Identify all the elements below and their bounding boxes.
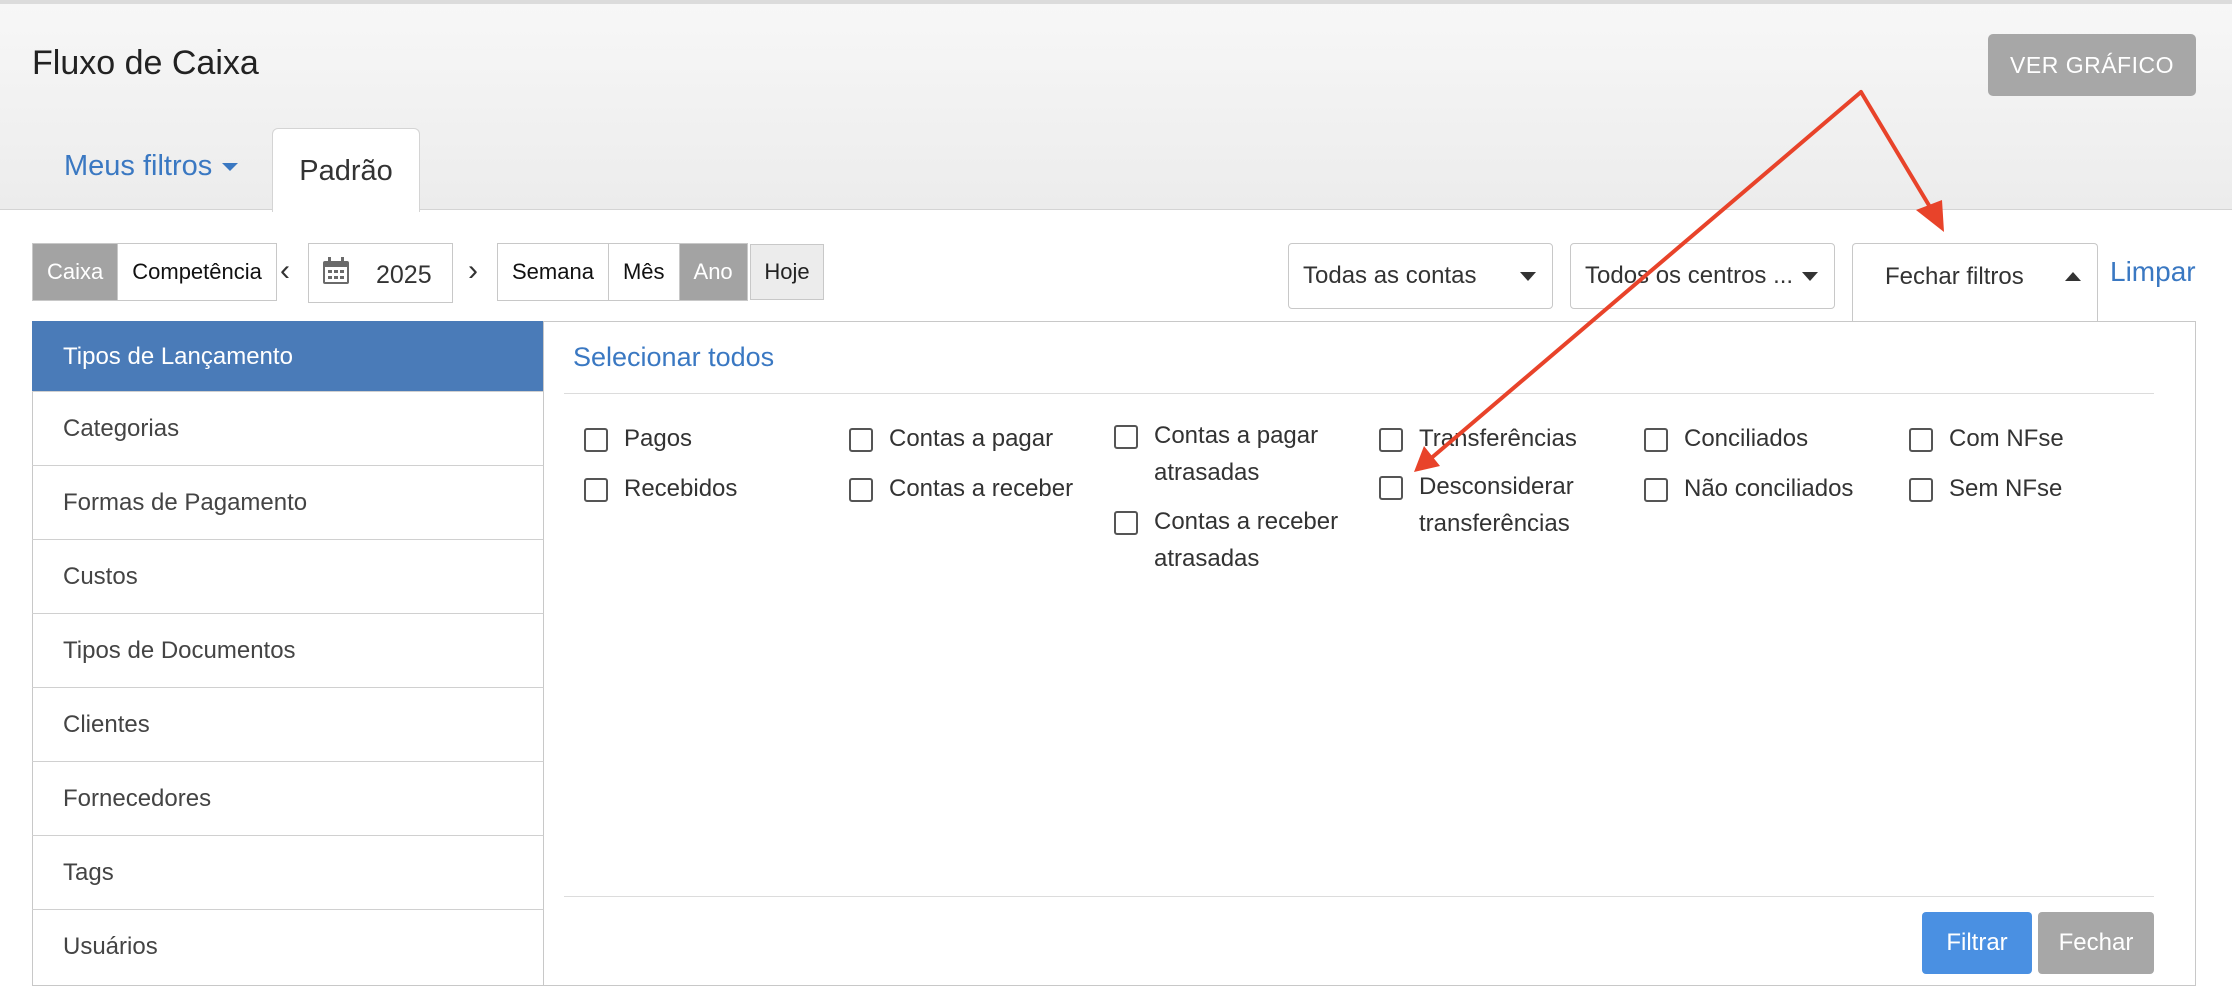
sidebar-item-custos[interactable]: Custos (32, 540, 544, 614)
checkbox-overdue-receivables[interactable] (1114, 511, 1138, 535)
cost-centers-select[interactable]: Todos os centros ... (1570, 243, 1835, 309)
checkbox-not-reconciled[interactable] (1644, 478, 1668, 502)
sidebar-item-categorias[interactable]: Categorias (32, 392, 544, 466)
page-title: Fluxo de Caixa (32, 44, 259, 82)
option-paid-label: Pagos (624, 425, 693, 452)
filter-button[interactable]: Filtrar (1922, 912, 2032, 974)
option-overdue-receivables-line1: Contas a receber (1154, 508, 1339, 535)
checkbox-reconciled[interactable] (1644, 428, 1668, 452)
sidebar-item-clientes[interactable]: Clientes (32, 688, 544, 762)
option-not-reconciled-label: Não conciliados (1684, 475, 1854, 502)
tab-default[interactable]: Padrão (272, 128, 420, 212)
checkbox-transfers[interactable] (1379, 428, 1403, 452)
sidebar-item-fornecedores[interactable]: Fornecedores (32, 762, 544, 836)
period-year-button[interactable]: Ano (679, 244, 747, 300)
sidebar-item-tipos-documentos[interactable]: Tipos de Documentos (32, 614, 544, 688)
option-with-nfse-label: Com NFse (1949, 425, 2064, 452)
option-ignore-transfers-line1: Desconsiderar (1419, 473, 1574, 500)
caret-down-icon (1520, 272, 1536, 281)
option-received-label: Recebidos (624, 475, 738, 502)
checkbox-ignore-transfers[interactable] (1379, 476, 1403, 500)
close-filters-label: Fechar filtros (1885, 263, 2024, 290)
option-receivables-label: Contas a receber (889, 475, 1074, 502)
option-ignore-transfers-line2: transferências (1419, 510, 1570, 537)
option-overdue-payables-line2: atrasadas (1154, 459, 1260, 486)
basis-accrual-button[interactable]: Competência (118, 244, 276, 300)
checkbox-receivables[interactable] (849, 478, 873, 502)
option-overdue-receivables-line2: atrasadas (1154, 545, 1260, 572)
chevron-down-icon (222, 163, 239, 172)
divider (564, 393, 2154, 394)
checkbox-payables[interactable] (849, 428, 873, 452)
accounts-select[interactable]: Todas as contas (1288, 243, 1553, 309)
option-transfers-label: Transferências (1419, 425, 1577, 452)
select-all-link[interactable]: Selecionar todos (573, 342, 774, 373)
sidebar-item-usuarios[interactable]: Usuários (32, 910, 544, 984)
checkbox-with-nfse[interactable] (1909, 428, 1933, 452)
option-payables-label: Contas a pagar (889, 425, 1054, 452)
period-week-button[interactable]: Semana (498, 244, 609, 300)
checkbox-received[interactable] (584, 478, 608, 502)
tab-my-filters-label: Meus filtros (64, 150, 213, 182)
basis-cash-button[interactable]: Caixa (33, 244, 119, 300)
calendar-icon (323, 257, 349, 284)
option-without-nfse-label: Sem NFse (1949, 475, 2063, 502)
close-button[interactable]: Fechar (2038, 912, 2154, 974)
close-filters-toggle[interactable]: Fechar filtros (1852, 243, 2098, 323)
view-chart-button[interactable]: VER GRÁFICO (1988, 34, 2196, 96)
option-overdue-payables-line1: Contas a pagar (1154, 422, 1319, 449)
sidebar-list: Tipos de Lançamento Categorias Formas de… (32, 321, 544, 984)
accounts-select-value: Todas as contas (1303, 262, 1477, 289)
tab-my-filters[interactable]: Meus filtros (64, 150, 239, 183)
checkbox-overdue-payables[interactable] (1114, 425, 1138, 449)
chevron-right-icon[interactable]: › (468, 254, 478, 288)
option-reconciled-label: Conciliados (1684, 425, 1809, 452)
divider (564, 896, 2154, 897)
cost-centers-select-value: Todos os centros ... (1585, 262, 1794, 289)
basis-toggle: Caixa Competência (32, 243, 277, 301)
sidebar-item-formas-pagamento[interactable]: Formas de Pagamento (32, 466, 544, 540)
sidebar-item-tipos-lancamento[interactable]: Tipos de Lançamento (32, 321, 544, 392)
period-toggle: Semana Mês Ano (497, 243, 748, 301)
caret-down-icon (1802, 272, 1818, 281)
period-month-button[interactable]: Mês (609, 244, 680, 300)
sidebar-item-tags[interactable]: Tags (32, 836, 544, 910)
today-button[interactable]: Hoje (750, 244, 824, 300)
caret-up-icon (2065, 272, 2081, 281)
checkbox-paid[interactable] (584, 428, 608, 452)
checkbox-without-nfse[interactable] (1909, 478, 1933, 502)
year-picker[interactable]: 2025 (308, 243, 453, 303)
year-value: 2025 (376, 261, 432, 289)
clear-link[interactable]: Limpar (2110, 256, 2196, 288)
chevron-left-icon[interactable]: ‹ (280, 254, 290, 288)
